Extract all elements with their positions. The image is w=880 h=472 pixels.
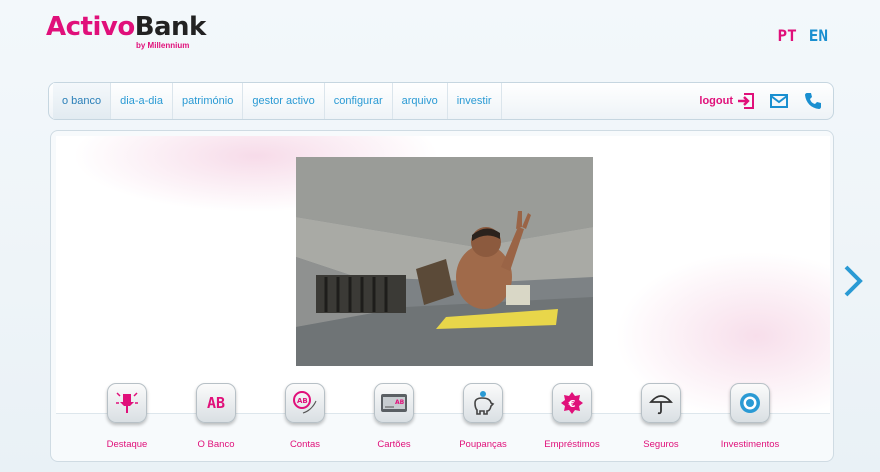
- tab-investir[interactable]: investir: [448, 83, 502, 119]
- tab-gestor-activo[interactable]: gestor activo: [243, 83, 325, 119]
- product-label: Contas: [289, 439, 321, 450]
- main-nav: o banco dia-a-dia património gestor acti…: [48, 82, 834, 120]
- logout-button[interactable]: logout: [699, 92, 755, 110]
- chevron-right-icon: [844, 265, 863, 297]
- product-emprestimos[interactable]: € Empréstimos: [527, 383, 617, 450]
- tab-configurar[interactable]: configurar: [325, 83, 393, 119]
- svg-text:AB: AB: [395, 399, 405, 406]
- product-contas[interactable]: AB Contas: [260, 383, 350, 450]
- ab-logo-icon: AB: [196, 383, 236, 423]
- accounts-icon: AB: [285, 383, 325, 423]
- product-destaque[interactable]: Destaque: [82, 383, 172, 450]
- svg-text:€: €: [568, 399, 576, 410]
- umbrella-icon: [641, 383, 681, 423]
- banner-image: [296, 157, 593, 366]
- product-label: O Banco: [197, 439, 235, 450]
- product-cartoes[interactable]: AB Cartões: [349, 383, 439, 450]
- pushpin-icon: [107, 383, 147, 423]
- mail-icon: [770, 94, 788, 108]
- tab-arquivo[interactable]: arquivo: [393, 83, 448, 119]
- logo-subtitle: by Millennium: [136, 41, 190, 50]
- product-label: Poupanças: [459, 439, 507, 450]
- piggy-bank-icon: [463, 383, 503, 423]
- product-seguros[interactable]: Seguros: [616, 383, 706, 450]
- lang-en-link[interactable]: EN: [809, 26, 828, 45]
- lang-pt-link[interactable]: PT: [777, 26, 796, 45]
- svg-text:AB: AB: [297, 397, 308, 405]
- tab-patrimonio[interactable]: património: [173, 83, 244, 119]
- product-o-banco[interactable]: AB O Banco: [171, 383, 261, 450]
- mail-button[interactable]: [769, 91, 789, 111]
- activobank-logo[interactable]: ActivoBank by Millennium: [46, 12, 206, 56]
- tab-o-banco[interactable]: o banco: [53, 83, 112, 119]
- product-label: Cartões: [377, 439, 411, 450]
- tab-dia-a-dia[interactable]: dia-a-dia: [111, 83, 173, 119]
- banner-stage: [56, 136, 830, 414]
- language-switcher: PT EN: [777, 26, 828, 45]
- logo-wordmark: ActivoBank: [46, 12, 206, 42]
- logo-bank: Bank: [134, 12, 207, 42]
- next-slide-button[interactable]: [842, 264, 864, 298]
- product-bar: Destaque AB O Banco AB Contas AB Cartões: [52, 383, 832, 453]
- logout-icon: [738, 93, 754, 109]
- product-label: Investimentos: [720, 439, 780, 450]
- nav-actions: logout: [699, 83, 823, 119]
- product-label: Seguros: [643, 439, 679, 450]
- phone-icon: [805, 93, 821, 109]
- product-label: Empréstimos: [544, 439, 600, 450]
- product-investimentos[interactable]: Investimentos: [705, 383, 795, 450]
- logo-activo: Activo: [46, 12, 135, 42]
- logout-label: logout: [699, 95, 733, 107]
- card-icon: AB: [374, 383, 414, 423]
- target-icon: [730, 383, 770, 423]
- loan-icon: €: [552, 383, 592, 423]
- product-poupancas[interactable]: Poupanças: [438, 383, 528, 450]
- product-label: Destaque: [106, 439, 148, 450]
- banner-photo[interactable]: [296, 157, 593, 366]
- phone-button[interactable]: [803, 91, 823, 111]
